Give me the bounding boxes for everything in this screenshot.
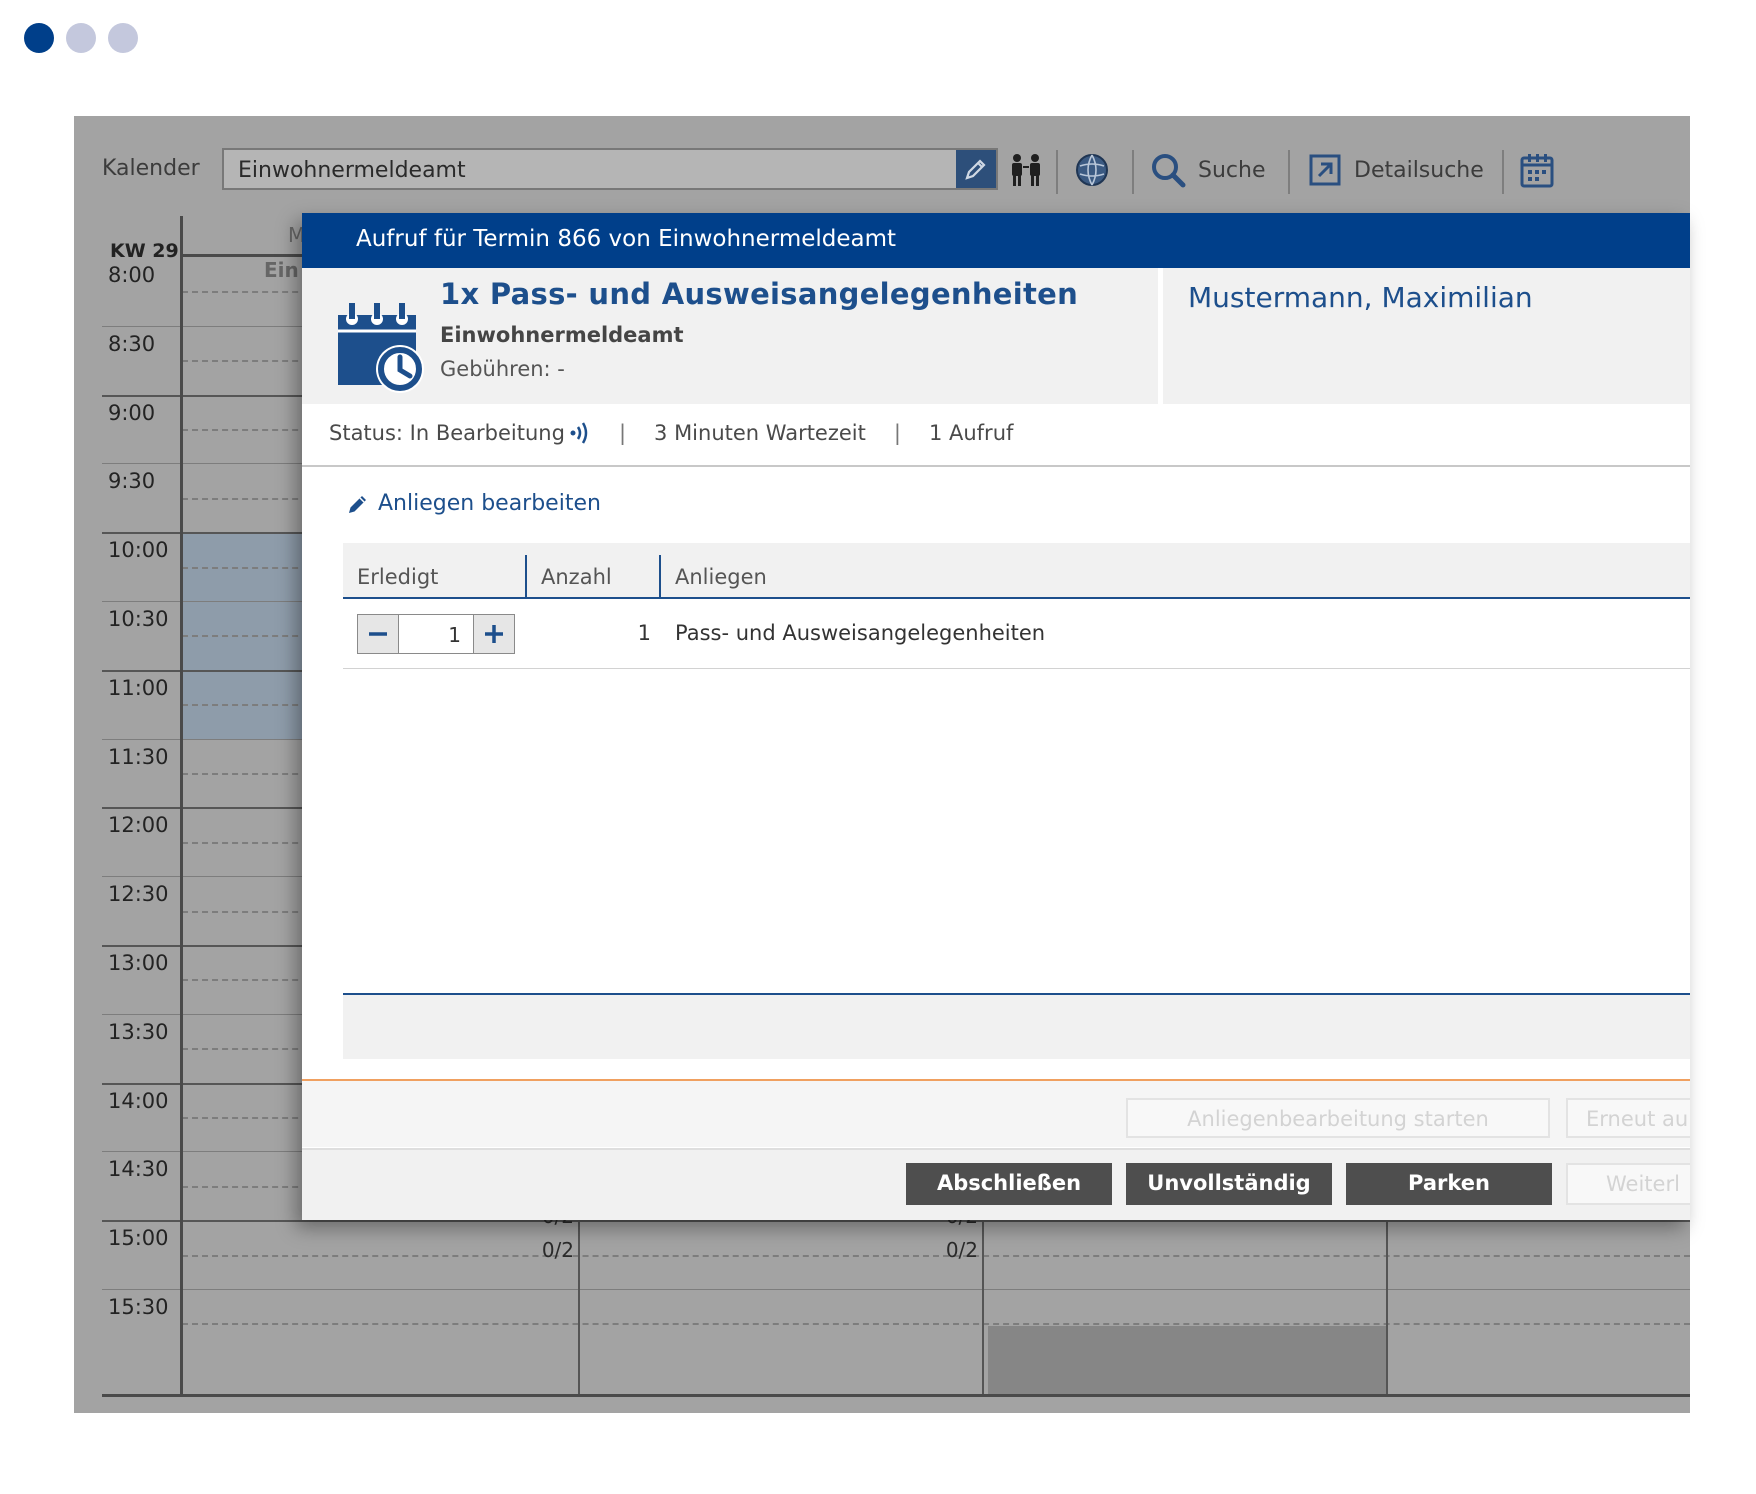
time-label: 10:30: [108, 607, 169, 631]
calls-count-text: 1 Aufruf: [928, 421, 1014, 445]
dialog-header-divider: [1158, 268, 1163, 404]
slot-capacity[interactable]: 0/2: [898, 1238, 978, 1262]
calendar-select[interactable]: Einwohnermeldeamt: [222, 148, 998, 190]
table-row: 1 1 Pass- und Ausweisangelegenheiten: [343, 599, 1690, 669]
detail-search-label: Detailsuche: [1354, 157, 1484, 183]
concerns-table: Erledigt Anzahl Anliegen 1 1 Pass- und A…: [343, 543, 1690, 669]
edit-concerns-link[interactable]: Anliegen bearbeiten: [346, 491, 601, 516]
people-icon: [1012, 154, 1040, 186]
finish-button[interactable]: Abschließen: [906, 1163, 1112, 1205]
status-separator: |: [618, 421, 627, 445]
incomplete-button[interactable]: Unvollständig: [1126, 1163, 1332, 1205]
status-text: Status: In Bearbeitung: [329, 421, 565, 445]
people-button[interactable]: [1008, 152, 1044, 188]
edit-concerns-label: Anliegen bearbeiten: [378, 491, 601, 516]
calendar-bottom-line: [102, 1394, 1690, 1397]
decrement-button[interactable]: [358, 615, 398, 653]
recall-button[interactable]: Erneut au: [1566, 1098, 1690, 1138]
time-row-line: [102, 1220, 1690, 1223]
office-name: Einwohnermeldeamt: [440, 323, 684, 347]
search-button[interactable]: Suche: [1150, 152, 1265, 188]
column-separator: [982, 1211, 984, 1396]
week-label: KW 29: [110, 240, 179, 262]
done-quantity-stepper: 1: [357, 614, 515, 654]
start-processing-button[interactable]: Anliegenbearbeitung starten: [1126, 1098, 1550, 1138]
time-label: 11:00: [108, 675, 169, 700]
time-label: 8:00: [108, 263, 156, 287]
concern-cell: Pass- und Ausweisangelegenheiten: [675, 621, 1046, 645]
calendar-label: Kalender: [102, 156, 200, 181]
toolbar-separator: [1132, 150, 1134, 194]
time-label: 12:30: [108, 882, 169, 907]
forward-button[interactable]: Weiterl: [1566, 1163, 1690, 1205]
pencil-icon: [349, 495, 366, 513]
table-footer: [343, 995, 1690, 1059]
calendar-edit-button[interactable]: [956, 150, 996, 188]
time-label: 14:00: [108, 1088, 169, 1113]
sound-wave-icon: [570, 422, 588, 444]
column-separator: [659, 555, 661, 599]
service-title: 1x Pass- und Ausweisangelegenheiten: [440, 277, 1079, 311]
column-separator: [1386, 1211, 1388, 1396]
toolbar-separator: [1056, 150, 1058, 194]
time-label: 11:30: [108, 744, 169, 769]
time-label: 8:30: [108, 331, 156, 356]
toolbar-separator: [1502, 150, 1504, 194]
unavailable-block: [988, 1326, 1388, 1396]
calendar-icon: [1520, 154, 1554, 188]
plus-icon: [485, 625, 503, 643]
time-label: 13:00: [108, 951, 169, 975]
pencil-icon: [965, 159, 986, 180]
table-header: Erledigt Anzahl Anliegen: [343, 543, 1690, 599]
time-label: 9:00: [108, 400, 156, 425]
status-separator: |: [893, 421, 901, 445]
dialog-title: Aufruf für Termin 866 von Einwohnermelde…: [302, 213, 1690, 268]
detail-search-button[interactable]: Detailsuche: [1308, 152, 1484, 188]
customer-name: Mustermann, Maximilian: [1188, 281, 1533, 314]
search-label: Suche: [1198, 157, 1266, 183]
time-label: 9:30: [108, 469, 156, 494]
time-label: 10:00: [108, 538, 169, 563]
time-row-line: [102, 1289, 1690, 1290]
column-header-concern: Anliegen: [675, 565, 767, 589]
column-header-office: Ein: [264, 258, 299, 282]
search-icon: [1152, 154, 1186, 188]
increment-button[interactable]: [474, 615, 514, 653]
column-header-done: Erledigt: [357, 565, 439, 589]
time-label: 15:30: [108, 1295, 169, 1319]
done-quantity-input[interactable]: 1: [398, 615, 474, 653]
count-cell: 1: [637, 621, 651, 645]
column-separator: [525, 555, 527, 599]
calendar-view-button[interactable]: [1520, 152, 1554, 188]
toolbar-separator: [1288, 150, 1290, 194]
wait-time-text: 3 Minuten Wartezeit: [654, 421, 866, 445]
appointment-calendar-icon: [334, 301, 426, 397]
calendar-select-value: Einwohnermeldeamt: [238, 158, 466, 183]
external-link-icon: [1309, 154, 1341, 186]
time-label: 15:00: [108, 1226, 169, 1251]
slot-capacity[interactable]: 0/2: [494, 1238, 574, 1262]
appointment-call-dialog: Aufruf für Termin 866 von Einwohnermelde…: [302, 213, 1690, 1220]
window-minimize-dot[interactable]: [66, 23, 96, 53]
window-close-dot[interactable]: [24, 23, 54, 53]
minus-icon: [369, 632, 387, 636]
globe-icon: [1076, 154, 1108, 186]
quarter-hour-line: [182, 1323, 1690, 1326]
status-row: Status: In Bearbeitung | 3 Minuten Warte…: [329, 420, 1013, 446]
globe-button[interactable]: [1074, 152, 1110, 188]
time-divider: [180, 216, 183, 1396]
fees-text: Gebühren: -: [440, 357, 565, 381]
column-header-count: Anzahl: [541, 565, 612, 589]
window-maximize-dot[interactable]: [108, 23, 138, 53]
time-label: 13:30: [108, 1019, 169, 1044]
toolbar: Kalender Einwohnermeldeamt Suche Details…: [74, 116, 1690, 216]
status-divider: [302, 465, 1690, 467]
column-separator: [578, 1211, 580, 1396]
park-button[interactable]: Parken: [1346, 1163, 1552, 1205]
time-label: 14:30: [108, 1157, 169, 1182]
time-label: 12:00: [108, 813, 169, 838]
